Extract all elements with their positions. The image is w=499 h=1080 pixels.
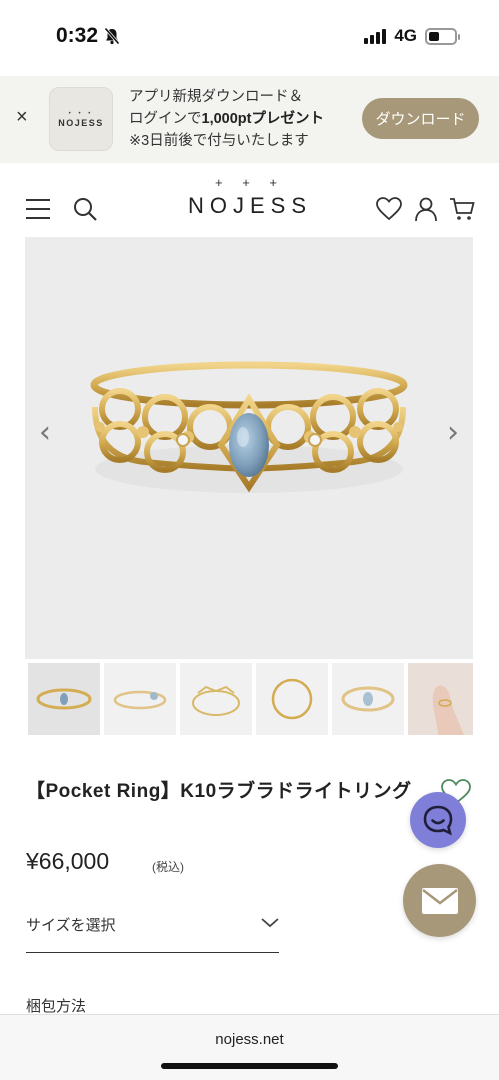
thumbnail-1[interactable] <box>28 663 100 735</box>
product-price: ¥66,000 <box>26 848 110 874</box>
thumbnail-strip <box>28 663 473 735</box>
download-button[interactable]: ダウンロード <box>362 98 479 139</box>
status-right: 4G <box>364 26 460 46</box>
ring-image <box>90 361 408 493</box>
home-indicator[interactable] <box>161 1063 338 1069</box>
thumbnail-ring-detail <box>341 686 395 712</box>
size-select-label: サイズを選択 <box>26 917 116 934</box>
chevron-down-icon <box>261 918 279 928</box>
app-logo-text: NOJESS <box>58 118 104 128</box>
thumbnail-2[interactable] <box>104 663 176 735</box>
wrapping-method-label: 梱包方法 <box>26 998 87 1015</box>
size-select[interactable]: サイズを選択 <box>26 900 279 953</box>
heart-icon[interactable] <box>375 196 403 222</box>
thumbnail-6[interactable] <box>408 663 473 735</box>
url-text[interactable]: nojess.net <box>0 1031 499 1048</box>
site-logo[interactable]: + + + NOJESS <box>170 175 330 221</box>
banner-line-2: ログインで1,000ptプレゼント <box>129 108 324 130</box>
header-actions <box>375 196 475 222</box>
site-logo-plus: + + + <box>215 175 285 190</box>
app-logo-dots: • • • <box>68 111 94 117</box>
product-title: 【Pocket Ring】K10ラブラドライトリング <box>26 781 412 802</box>
chat-icon <box>423 805 453 836</box>
chat-button[interactable] <box>410 792 466 848</box>
account-icon[interactable] <box>413 196 439 222</box>
thumbnail-ring-angle <box>113 690 167 710</box>
thumbnail-ring-top <box>192 685 240 716</box>
app-download-banner: × • • • NOJESS アプリ新規ダウンロード＆ ログインで1,000pt… <box>0 76 499 163</box>
thumbnail-3[interactable] <box>180 663 252 735</box>
banner-line-2-prefix: ログインで <box>129 111 202 127</box>
banner-line-2-bold: 1,000ptプレゼント <box>201 111 324 127</box>
thumbnail-4[interactable] <box>256 663 328 735</box>
site-header: + + + NOJESS <box>0 163 499 237</box>
mail-icon <box>421 887 458 914</box>
search-icon[interactable] <box>72 196 98 222</box>
contact-mail-button[interactable] <box>403 864 476 937</box>
banner-line-1: アプリ新規ダウンロード＆ <box>129 89 303 105</box>
thumbnail-5[interactable] <box>332 663 404 735</box>
gallery-next-button[interactable]: › <box>447 415 459 450</box>
battery-icon <box>425 27 460 45</box>
gallery-prev-button[interactable]: ‹ <box>39 415 51 450</box>
bell-muted-icon <box>104 27 120 45</box>
app-logo: • • • NOJESS <box>49 87 113 151</box>
status-time: 0:32 <box>56 24 120 48</box>
thumbnail-ring-side <box>271 678 313 720</box>
menu-icon[interactable] <box>26 199 50 226</box>
banner-line-3: ※3日前後で付与いたします <box>129 133 309 149</box>
cart-icon[interactable] <box>449 196 475 222</box>
network-label: 4G <box>394 26 417 45</box>
status-time-text: 0:32 <box>56 24 99 47</box>
close-icon[interactable]: × <box>16 106 28 129</box>
status-bar: 0:32 4G <box>0 0 499 76</box>
thumbnail-hand <box>432 685 464 735</box>
banner-message: アプリ新規ダウンロード＆ ログインで1,000ptプレゼント ※3日前後で付与い… <box>129 86 324 152</box>
signal-icon <box>364 28 387 44</box>
product-main-image[interactable]: ‹ › <box>25 237 473 659</box>
browser-url-bar[interactable]: nojess.net <box>0 1014 499 1080</box>
tax-label: (税込) <box>152 860 184 874</box>
thumbnail-ring-front <box>36 688 92 710</box>
site-logo-text: NOJESS <box>187 193 313 218</box>
